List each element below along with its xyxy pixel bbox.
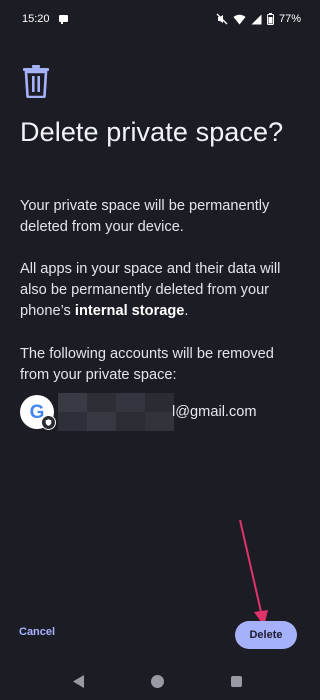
mute-icon (216, 13, 228, 25)
dialog-title: Delete private space? (20, 117, 284, 147)
delete-button[interactable]: Delete (235, 621, 297, 649)
google-account-avatar: G (20, 395, 56, 430)
back-icon[interactable] (72, 674, 85, 689)
notification-icon (58, 14, 68, 24)
paragraph-accounts-removed: The following accounts will be removed f… (20, 346, 274, 383)
internal-storage-bold: internal storage (74, 303, 185, 319)
account-email: l@gmail.com (172, 404, 257, 420)
private-space-badge-icon (41, 415, 56, 430)
status-time: 15:20 (22, 13, 50, 25)
paragraph-permanent-delete: Your private space will be permanently d… (20, 198, 270, 235)
paragraph-apps-data: All apps in your space and their data wi… (20, 259, 302, 322)
status-bar: 15:20 77% (0, 0, 315, 38)
home-icon[interactable] (151, 675, 164, 688)
annotation-arrow-icon (239, 519, 268, 626)
cancel-button[interactable]: Cancel (19, 626, 55, 638)
battery-percent: 77% (278, 13, 301, 25)
battery-icon (266, 13, 274, 25)
wifi-icon (233, 14, 246, 24)
account-row: G l@gmail.com (20, 392, 300, 432)
signal-icon (251, 14, 262, 24)
paragraph-apps-data-period: . (184, 303, 189, 319)
redacted-email-pixels (58, 393, 174, 431)
trash-icon (23, 65, 49, 98)
recents-icon[interactable] (231, 676, 242, 687)
